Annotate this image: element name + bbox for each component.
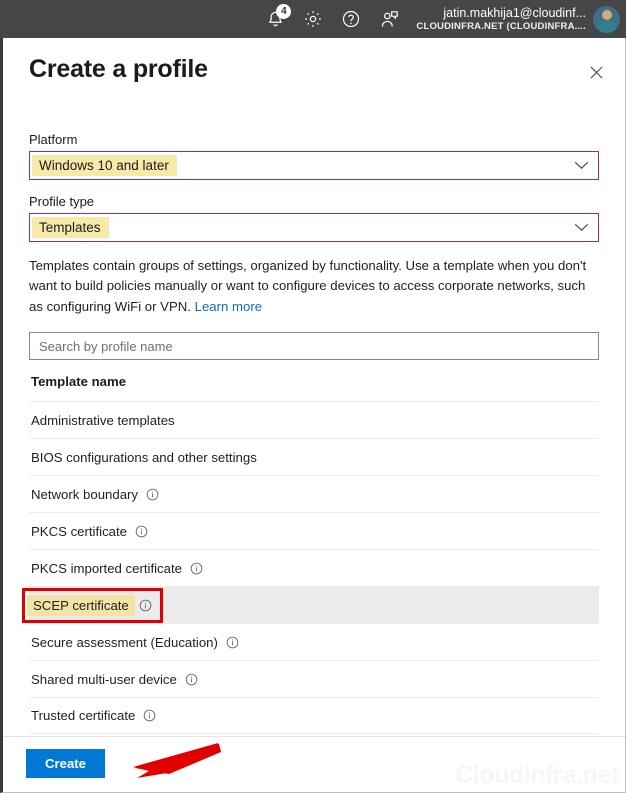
close-icon[interactable] <box>583 59 609 85</box>
template-name-cell: Administrative templates <box>31 412 175 428</box>
topbar-icon-group: 4 <box>256 0 408 38</box>
template-name-cell: BIOS configurations and other settings <box>31 449 257 465</box>
avatar-body-shape <box>595 19 618 33</box>
template-name-cell: Trusted certificate <box>31 708 136 724</box>
table-row[interactable]: PKCS imported certificate <box>29 549 599 586</box>
blade-header: Create a profile <box>3 38 625 85</box>
templates-description: Templates contain groups of settings, or… <box>29 256 599 317</box>
template-name-cell: Network boundary <box>31 486 139 502</box>
create-button[interactable]: Create <box>26 749 105 778</box>
feedback-person-icon[interactable] <box>370 0 408 38</box>
info-icon[interactable] <box>135 525 148 538</box>
avatar[interactable] <box>593 5 620 33</box>
template-name-cell: Secure assessment (Education) <box>31 634 218 650</box>
info-icon[interactable] <box>143 709 156 722</box>
notifications-badge-count: 4 <box>276 4 292 19</box>
settings-gear-icon[interactable] <box>294 0 332 38</box>
page-title: Create a profile <box>29 55 208 83</box>
template-name-cell: Shared multi-user device <box>31 671 177 687</box>
info-icon[interactable] <box>146 488 159 501</box>
template-name-cell: PKCS imported certificate <box>31 560 182 576</box>
platform-dropdown[interactable]: Windows 10 and later <box>29 151 599 180</box>
avatar-head-shape <box>601 9 612 20</box>
help-question-icon[interactable] <box>332 0 370 38</box>
chevron-down-icon <box>574 219 589 237</box>
table-row[interactable]: Network boundary <box>29 475 599 512</box>
watermark: Cloudinfra.net <box>455 761 619 789</box>
platform-selected-value: Windows 10 and later <box>32 154 177 177</box>
table-row[interactable]: PKCS certificate <box>29 512 599 549</box>
table-row[interactable]: Shared multi-user device <box>29 660 599 697</box>
account-text-group: jatin.makhija1@cloudinf... CLOUDINFRA.NE… <box>416 6 586 32</box>
table-row[interactable]: SCEP certificate <box>22 586 599 624</box>
table-row[interactable]: BIOS configurations and other settings <box>29 438 599 475</box>
account-upn: jatin.makhija1@cloudinf... <box>443 6 586 21</box>
profile-type-dropdown[interactable]: Templates <box>29 213 599 242</box>
table-row[interactable]: Trusted certificate <box>29 697 599 735</box>
template-name-cell: SCEP certificate <box>27 594 135 616</box>
notifications-bell-icon[interactable]: 4 <box>256 0 294 38</box>
chevron-down-icon <box>574 157 589 175</box>
info-icon[interactable] <box>226 636 239 649</box>
search-input[interactable] <box>39 338 589 354</box>
blade-content: Platform Windows 10 and later Profile ty… <box>3 85 625 735</box>
platform-label: Platform <box>29 132 78 147</box>
info-icon[interactable] <box>190 562 203 575</box>
profile-type-selected-value: Templates <box>32 216 109 239</box>
learn-more-link[interactable]: Learn more <box>195 299 262 314</box>
template-name-cell: PKCS certificate <box>31 523 128 539</box>
table-row[interactable]: Administrative templates <box>29 401 599 438</box>
template-name-column-header: Template name <box>31 374 127 390</box>
template-list: Administrative templates BIOS configurati… <box>22 401 599 735</box>
blade-footer: Create Cloudinfra.net <box>3 736 625 792</box>
info-icon[interactable] <box>185 673 198 686</box>
table-row[interactable]: Secure assessment (Education) <box>29 623 599 660</box>
account-organization: CLOUDINFRA.NET (CLOUDINFRA.... <box>416 20 586 32</box>
description-text: Templates contain groups of settings, or… <box>29 258 587 314</box>
search-profile-box[interactable] <box>29 332 599 361</box>
info-icon[interactable] <box>139 599 152 612</box>
profile-type-label: Profile type <box>29 194 95 209</box>
account-menu[interactable]: jatin.makhija1@cloudinf... CLOUDINFRA.NE… <box>416 5 626 33</box>
top-chrome-bar: 4 jatin.makhija1@cloudinf... CLOUDINFRA.… <box>0 0 626 38</box>
create-profile-blade: Create a profile Platform Windows 10 and… <box>0 38 626 793</box>
